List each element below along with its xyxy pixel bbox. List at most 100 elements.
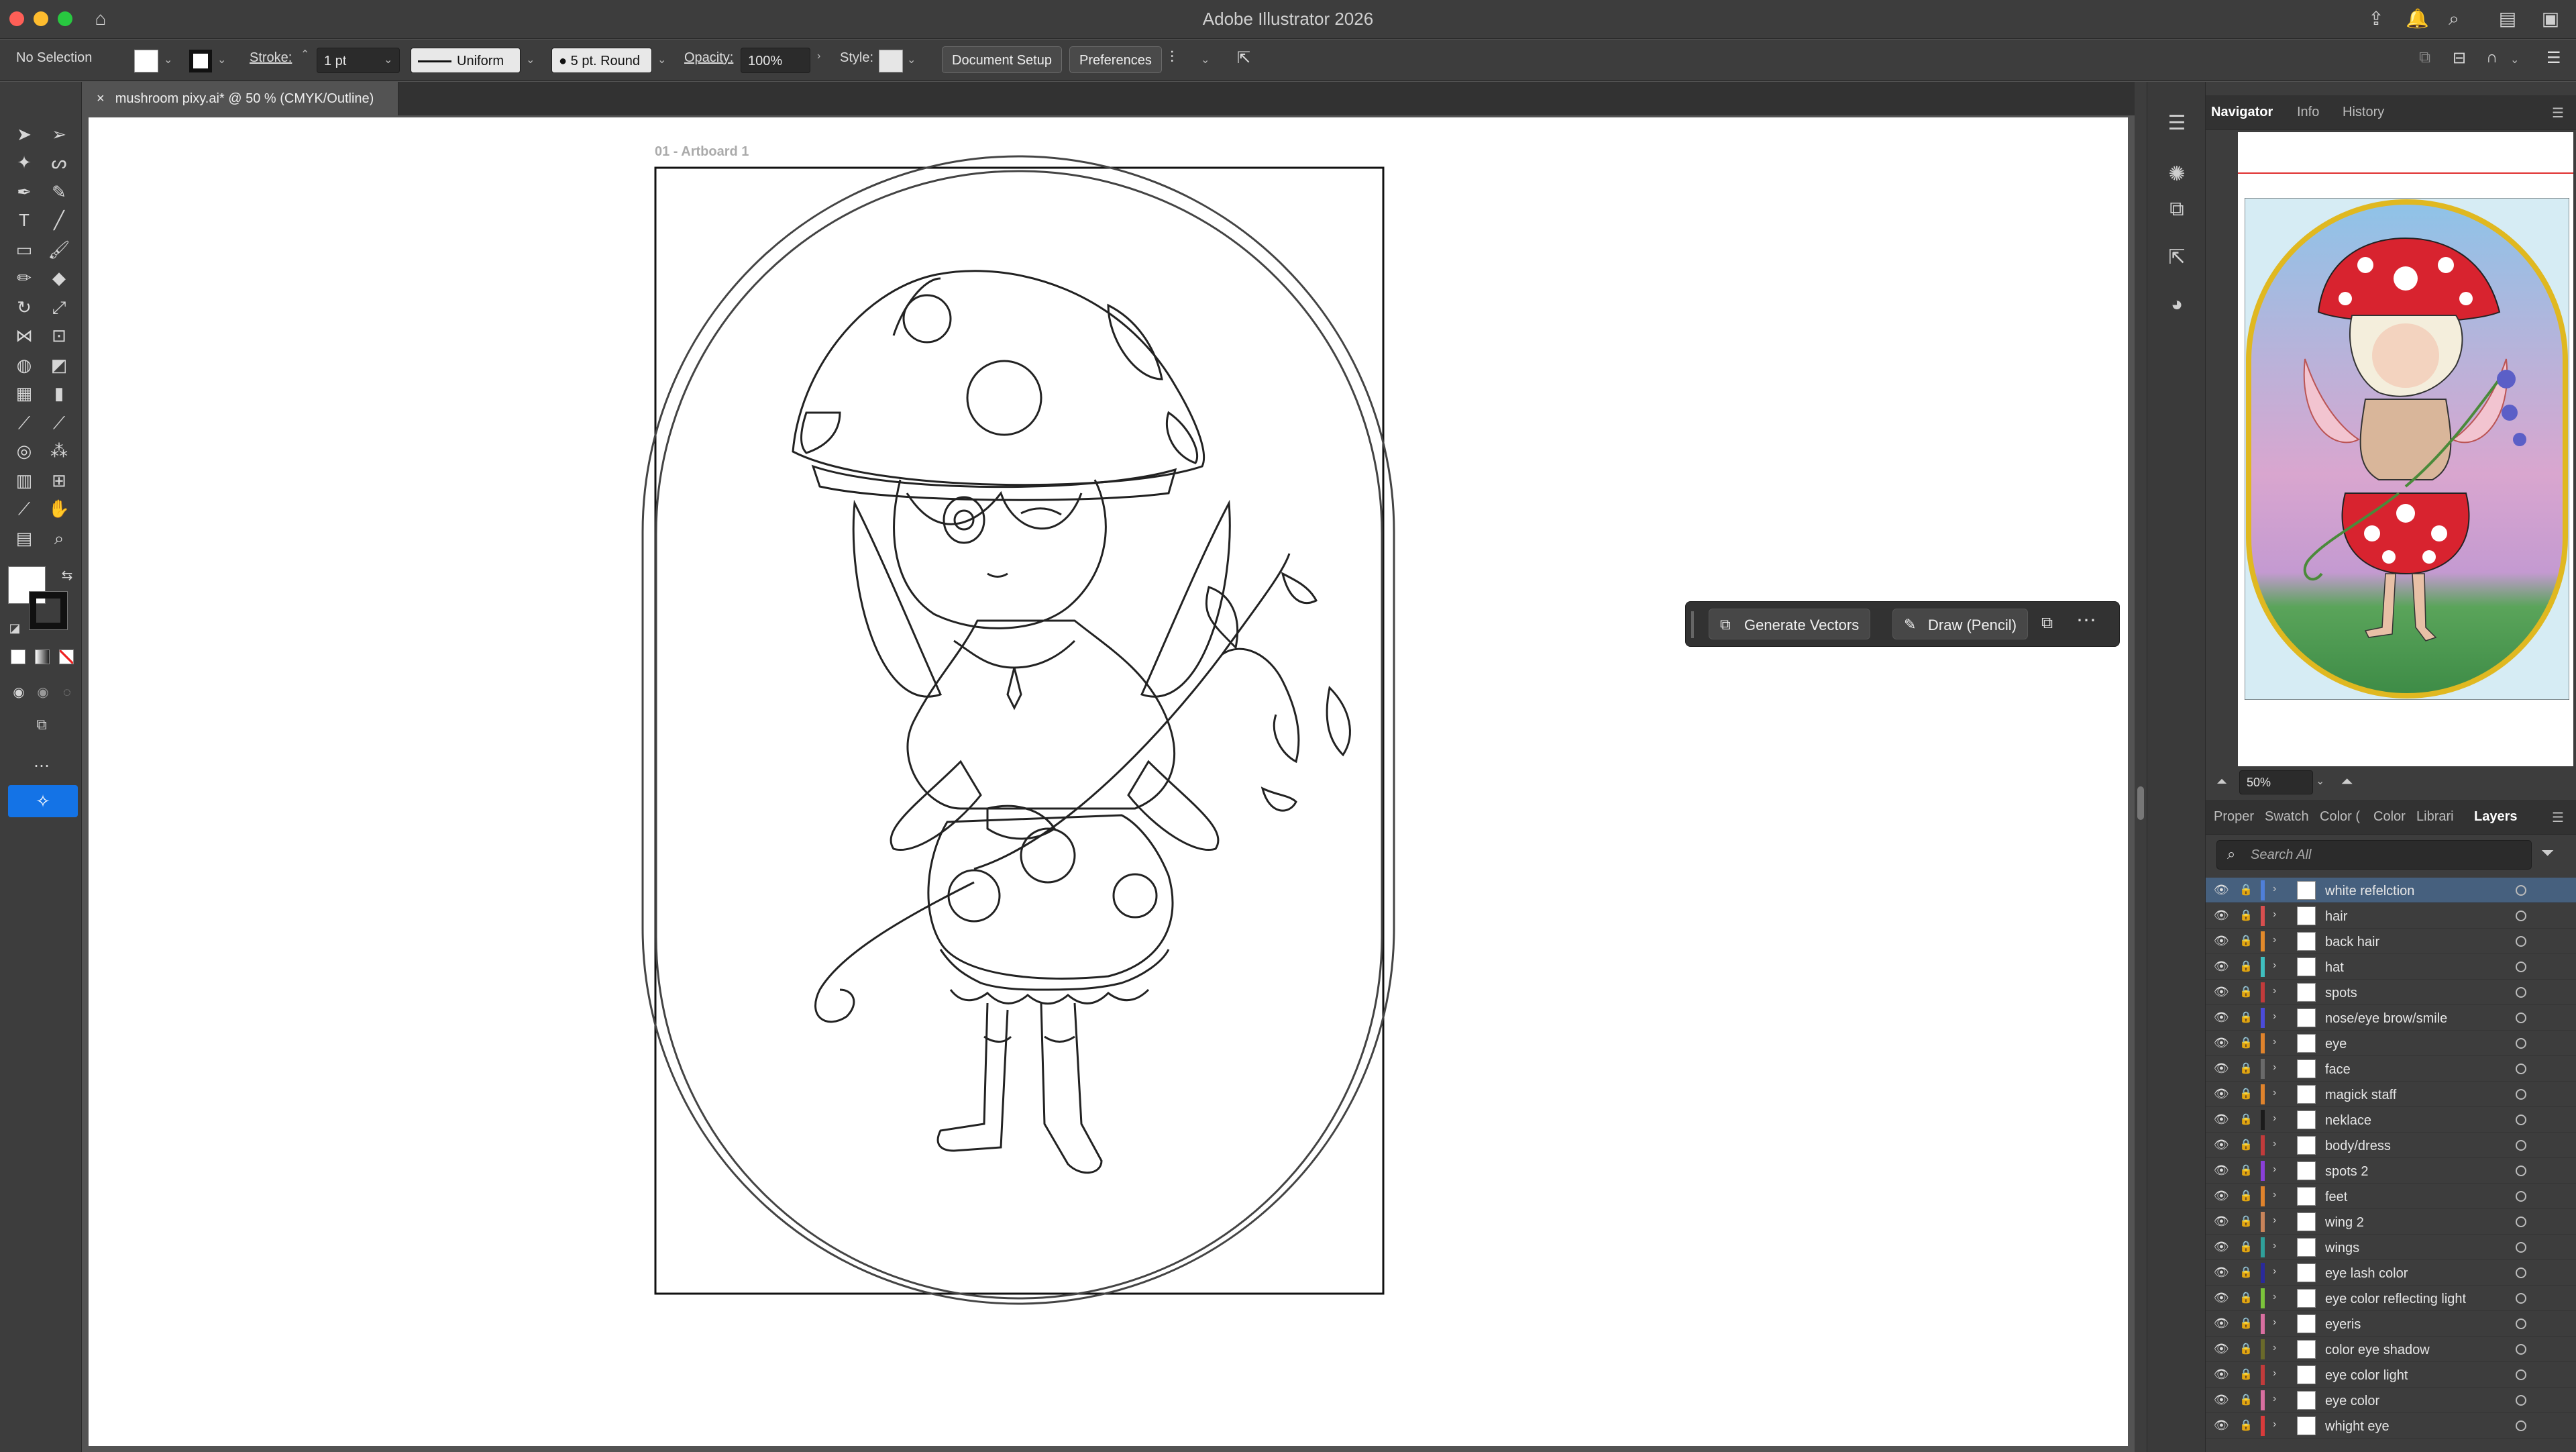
- layer-row[interactable]: 👁 🔒 › nose/eye brow/smile: [2206, 1005, 2576, 1031]
- expand-layer-icon[interactable]: ›: [2273, 883, 2276, 895]
- layer-target-icon[interactable]: [2516, 1395, 2526, 1406]
- tab-layers[interactable]: Layers: [2474, 809, 2518, 825]
- layer-name[interactable]: wings: [2325, 1241, 2359, 1256]
- layer-name[interactable]: spots: [2325, 986, 2357, 1001]
- layer-name[interactable]: back hair: [2325, 935, 2379, 950]
- width-tool-icon[interactable]: ⋈: [11, 322, 38, 349]
- swap-fill-stroke-icon[interactable]: ⇆: [54, 562, 80, 589]
- expand-layer-icon[interactable]: ›: [2273, 1189, 2276, 1201]
- expand-layer-icon[interactable]: ›: [2273, 1214, 2276, 1227]
- lock-icon[interactable]: 🔒: [2239, 1036, 2253, 1049]
- layer-target-icon[interactable]: [2516, 962, 2526, 972]
- layer-row[interactable]: 👁 🔒 › eye color reflecting light: [2206, 1286, 2576, 1311]
- scale-tool-icon[interactable]: ⤢: [46, 294, 72, 321]
- hand-tool-icon[interactable]: ✋: [46, 495, 72, 522]
- expand-layer-icon[interactable]: ›: [2273, 985, 2276, 997]
- panel-menu-icon[interactable]: ☰: [2162, 109, 2192, 138]
- layer-target-icon[interactable]: [2516, 1369, 2526, 1380]
- layer-target-icon[interactable]: [2516, 1267, 2526, 1278]
- document-tab[interactable]: × mushroom pixy.ai* @ 50 % (CMYK/Outline): [83, 82, 398, 115]
- type-tool-icon[interactable]: T: [11, 207, 38, 234]
- variable-width-profile[interactable]: Uniform: [411, 48, 521, 73]
- lock-icon[interactable]: 🔒: [2239, 960, 2253, 973]
- visibility-eye-icon[interactable]: 👁: [2214, 1316, 2230, 1330]
- tab-swatches[interactable]: Swatch: [2265, 809, 2309, 825]
- lock-icon[interactable]: 🔒: [2239, 1061, 2253, 1075]
- visibility-eye-icon[interactable]: 👁: [2214, 1214, 2230, 1228]
- expand-layer-icon[interactable]: ›: [2273, 934, 2276, 946]
- fill-swatch[interactable]: [134, 50, 158, 72]
- share-icon[interactable]: ⇪: [2365, 8, 2387, 30]
- gradient-mode-icon[interactable]: [35, 650, 50, 664]
- lock-icon[interactable]: 🔒: [2239, 1189, 2253, 1202]
- stroke-weight-dropdown-icon[interactable]: ⌄: [384, 53, 392, 66]
- transform-icon[interactable]: ⧉: [2419, 48, 2430, 67]
- expand-layer-icon[interactable]: ›: [2273, 1163, 2276, 1176]
- scroll-thumb[interactable]: [2137, 786, 2144, 820]
- layer-name[interactable]: hat: [2325, 960, 2344, 976]
- visibility-eye-icon[interactable]: 👁: [2214, 1367, 2230, 1381]
- visibility-eye-icon[interactable]: 👁: [2214, 1138, 2230, 1151]
- expand-layer-icon[interactable]: ›: [2273, 1265, 2276, 1278]
- lock-icon[interactable]: 🔒: [2239, 1342, 2253, 1355]
- layer-name[interactable]: neklace: [2325, 1113, 2371, 1129]
- zoom-field[interactable]: 50%: [2239, 770, 2313, 794]
- layer-target-icon[interactable]: [2516, 1242, 2526, 1253]
- layer-name[interactable]: wing 2: [2325, 1215, 2364, 1231]
- layer-name[interactable]: body/dress: [2325, 1139, 2391, 1154]
- visibility-eye-icon[interactable]: 👁: [2214, 1240, 2230, 1253]
- pen-tool-icon[interactable]: ✒: [11, 178, 38, 205]
- layer-target-icon[interactable]: [2516, 1038, 2526, 1049]
- layer-target-icon[interactable]: [2516, 1165, 2526, 1176]
- lock-icon[interactable]: 🔒: [2239, 1418, 2253, 1432]
- stroke-dropdown-icon[interactable]: ⌄: [217, 53, 226, 66]
- layer-target-icon[interactable]: [2516, 936, 2526, 947]
- more-options-icon[interactable]: ⋯: [2076, 609, 2096, 632]
- stroke-swatch[interactable]: [189, 50, 212, 72]
- shaper-tool-icon[interactable]: ✏: [11, 264, 38, 291]
- layer-row[interactable]: 👁 🔒 › spots: [2206, 980, 2576, 1005]
- snap-icon[interactable]: ∩: [2486, 48, 2498, 67]
- graph-tool-icon[interactable]: ▥: [11, 467, 38, 494]
- transform-panel-icon[interactable]: ⧉: [2162, 195, 2192, 224]
- visibility-eye-icon[interactable]: 👁: [2214, 1393, 2230, 1406]
- graphic-style-swatch[interactable]: [879, 50, 903, 72]
- visibility-eye-icon[interactable]: 👁: [2214, 934, 2230, 947]
- drag-handle[interactable]: [1691, 611, 1694, 638]
- layer-target-icon[interactable]: [2516, 987, 2526, 998]
- color-mode-icon[interactable]: [11, 650, 25, 664]
- expand-layer-icon[interactable]: ›: [2273, 1112, 2276, 1125]
- visibility-eye-icon[interactable]: 👁: [2214, 1061, 2230, 1075]
- line-tool-icon[interactable]: ╱: [46, 207, 72, 234]
- layer-target-icon[interactable]: [2516, 1216, 2526, 1227]
- rotate-tool-icon[interactable]: ↻: [11, 294, 38, 321]
- expand-layer-icon[interactable]: ›: [2273, 1291, 2276, 1303]
- tab-info[interactable]: Info: [2297, 105, 2319, 120]
- expand-layer-icon[interactable]: ›: [2273, 1010, 2276, 1023]
- visibility-eye-icon[interactable]: 👁: [2214, 1010, 2230, 1024]
- zoom-tool-icon[interactable]: ⌕: [46, 525, 72, 552]
- visibility-eye-icon[interactable]: 👁: [2214, 1189, 2230, 1202]
- lock-icon[interactable]: 🔒: [2239, 1367, 2253, 1381]
- lock-icon[interactable]: 🔒: [2239, 909, 2253, 922]
- expand-layer-icon[interactable]: ›: [2273, 1367, 2276, 1380]
- screen-mode-icon[interactable]: ⧉: [28, 711, 55, 738]
- visibility-eye-icon[interactable]: 👁: [2214, 985, 2230, 998]
- layer-target-icon[interactable]: [2516, 1064, 2526, 1074]
- layer-row[interactable]: 👁 🔒 › color eye shadow: [2206, 1337, 2576, 1362]
- layer-name[interactable]: eye lash color: [2325, 1266, 2408, 1282]
- selection-tool-icon[interactable]: ➤: [11, 121, 38, 148]
- recolor-icon[interactable]: ⧉: [2041, 614, 2053, 633]
- lasso-tool-icon[interactable]: ᔕ: [46, 149, 72, 176]
- document-setup-button[interactable]: Document Setup: [942, 46, 1062, 73]
- fill-dropdown-icon[interactable]: ⌄: [164, 53, 172, 66]
- gradient-tool-icon[interactable]: ▮: [46, 380, 72, 407]
- lock-icon[interactable]: 🔒: [2239, 1393, 2253, 1406]
- layer-target-icon[interactable]: [2516, 1344, 2526, 1355]
- close-tab-icon[interactable]: ×: [97, 91, 105, 106]
- rectangle-tool-icon[interactable]: ▭: [11, 236, 38, 263]
- layer-target-icon[interactable]: [2516, 1114, 2526, 1125]
- eraser-tool-icon[interactable]: ◆: [46, 264, 72, 291]
- lock-icon[interactable]: 🔒: [2239, 1214, 2253, 1228]
- blend-tool-icon[interactable]: ◎: [11, 437, 38, 464]
